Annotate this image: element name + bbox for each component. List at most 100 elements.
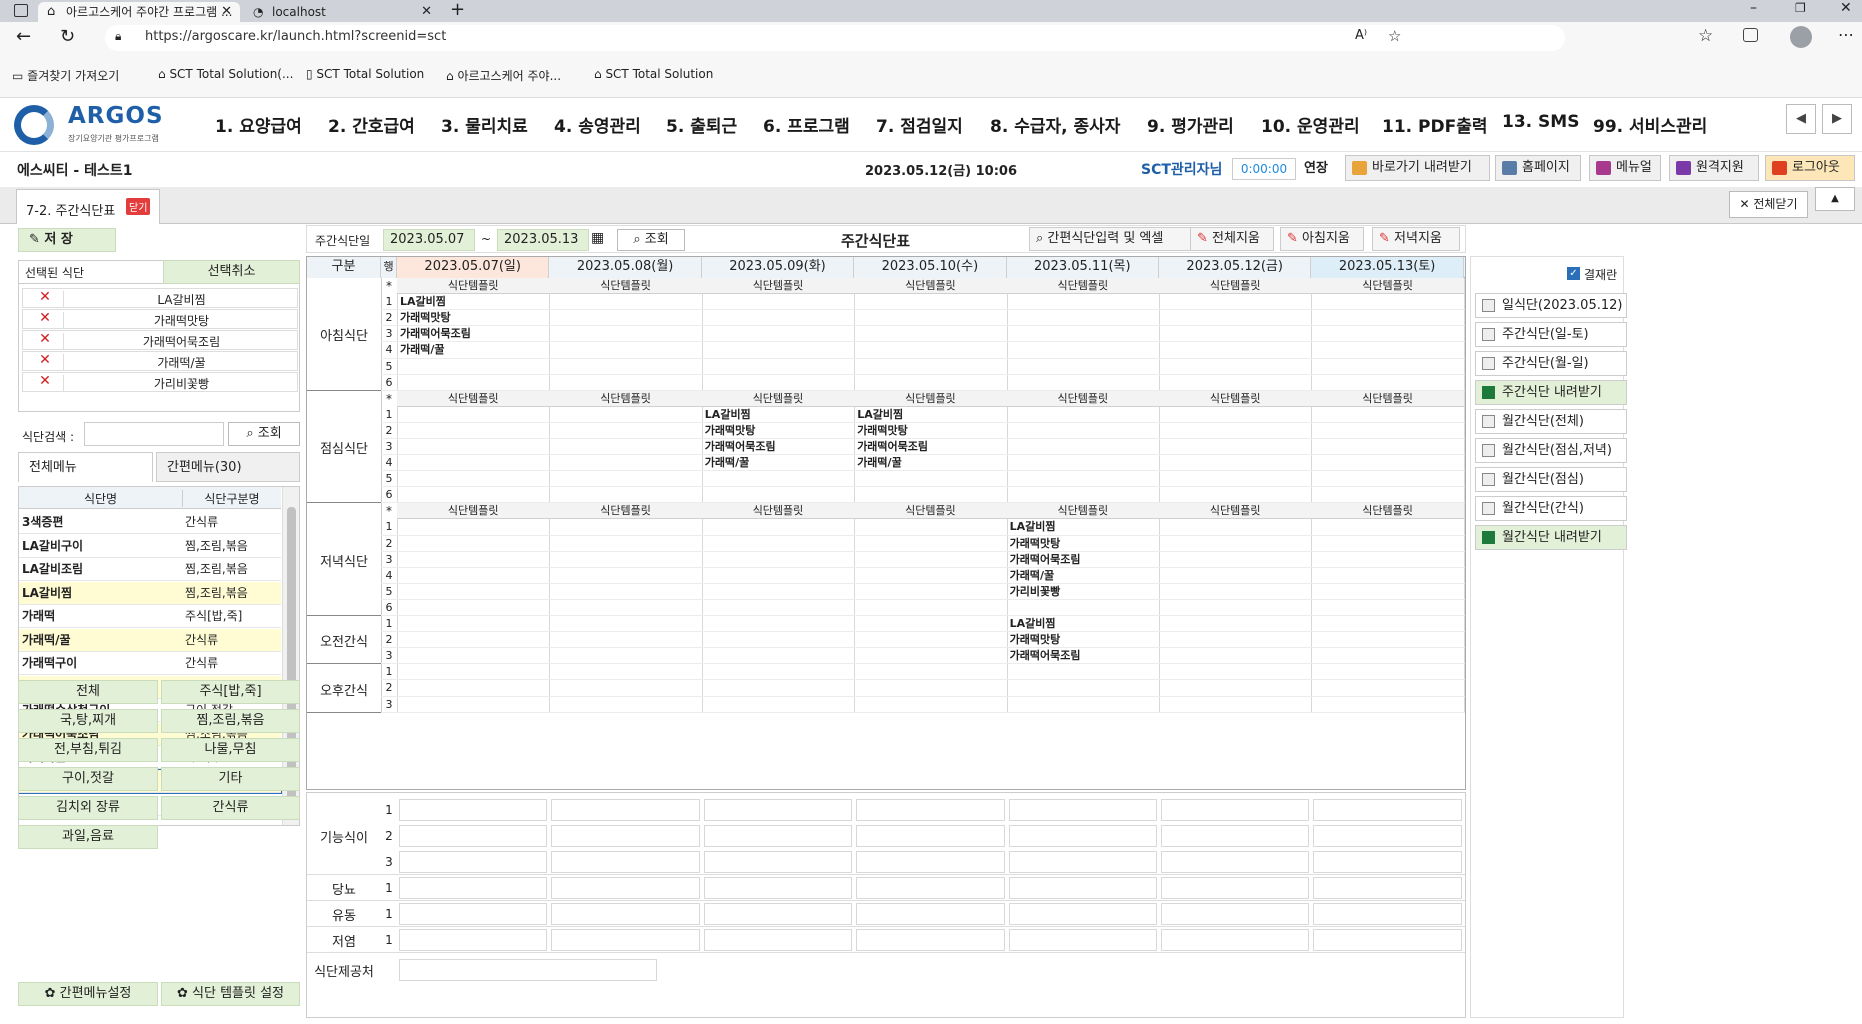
menu-cell[interactable]: 가래떡/꿀 [400,341,445,359]
diet-input[interactable] [399,877,548,899]
menu-item[interactable]: 10. 운영관리 [1261,112,1360,137]
remove-item-icon[interactable]: ✕ [33,373,57,389]
menu-template-settings-button[interactable]: ✿ 식단 템플릿 설정 [161,982,300,1006]
tab-quick-menu[interactable]: 간편메뉴(30) [156,452,300,482]
menu-item[interactable]: 9. 평가관리 [1147,112,1234,137]
template-button[interactable]: 식단템플릿 [854,502,1006,520]
close-tab-icon[interactable]: ✕ [221,2,232,22]
category-button[interactable]: 국,탕,찌개 [18,709,158,733]
diet-input[interactable] [1161,877,1310,899]
print-report-button[interactable]: 주간식단(월-일) [1475,351,1627,376]
diet-input[interactable] [1313,929,1462,951]
diet-input[interactable] [399,825,548,847]
deselect-button[interactable]: 선택취소 [163,260,300,284]
diet-input[interactable] [703,929,853,951]
tab-all-menu[interactable]: 전체메뉴 [18,452,153,482]
table-row[interactable]: LA갈비구이 찜,조림,볶음 [19,535,281,558]
search-button[interactable]: ⌕ 조회 [617,229,685,251]
logout-button[interactable]: 로그아웃 [1765,155,1855,181]
template-button[interactable]: 식단템플릿 [1159,502,1311,520]
template-button[interactable]: 식단템플릿 [1159,277,1311,295]
template-button[interactable]: 식단템플릿 [854,277,1006,295]
diet-input[interactable] [1008,799,1157,821]
category-button[interactable]: 과일,음료 [18,825,158,849]
collapse-up-button[interactable]: ▲ [1815,187,1855,211]
page-tab-weekly-menu[interactable]: 7-2. 주간식단표 닫기 [16,189,160,224]
menu-item[interactable]: 2. 간호급여 [328,112,415,137]
template-button[interactable]: 식단템플릿 [1311,502,1463,520]
table-row[interactable]: 가래떡 주식[밥,죽] [19,605,281,628]
diet-input[interactable] [856,903,1005,925]
shortcut-download-button[interactable]: 바로가기 내려받기 [1345,155,1490,181]
save-button[interactable]: ✎ 저 장 [18,228,116,252]
fav-import[interactable]: ▭ 즐겨찾기 가져오기 [12,67,119,84]
menu-item[interactable]: 6. 프로그램 [763,112,850,137]
diet-input[interactable] [1313,799,1462,821]
print-report-button[interactable]: 주간식단(일-토) [1475,322,1627,347]
diet-input[interactable] [856,799,1005,821]
menu-item[interactable]: 1. 요양급여 [215,112,302,137]
clear-all-button[interactable]: ✎ 전체지움 [1190,227,1274,251]
diet-input[interactable] [703,877,853,899]
fav-item[interactable]: ▯ SCT Total Solution [306,67,424,81]
diet-input[interactable] [1161,929,1310,951]
fav-item[interactable]: ⌂ SCT Total Solution(... [158,67,293,81]
restore-icon[interactable]: ❐ [1795,1,1806,15]
minimize-icon[interactable]: – [1750,0,1757,16]
table-row[interactable]: LA갈비조림 찜,조림,볶음 [19,558,281,581]
diet-input[interactable] [703,903,853,925]
menu-item[interactable]: 8. 수급자, 종사자 [990,112,1120,137]
table-row[interactable]: LA갈비찜 찜,조림,볶음 [19,581,281,605]
diet-input[interactable] [551,851,700,873]
diet-input[interactable] [1313,825,1462,847]
favorite-star-icon[interactable]: ☆ [1388,27,1401,45]
template-button[interactable]: 식단템플릿 [1159,390,1311,408]
fav-item[interactable]: ⌂ SCT Total Solution [594,67,713,81]
menu-cell[interactable]: 가래떡/꿀 [857,454,902,472]
print-report-button[interactable]: 월간식단(간식) [1475,496,1627,521]
table-row[interactable]: 가래떡구이 간식류 [19,652,281,675]
remote-support-button[interactable]: 원격지원 [1669,155,1759,181]
tab-actions-icon[interactable] [14,4,28,17]
category-button[interactable]: 김치외 장류 [18,796,158,820]
manual-button[interactable]: 메뉴얼 [1589,155,1661,181]
diet-input[interactable] [856,851,1005,873]
clear-dinner-button[interactable]: ✎ 저녁지움 [1372,227,1460,251]
template-button[interactable]: 식단템플릿 [1007,277,1159,295]
refresh-icon[interactable]: ↻ [60,26,75,47]
close-window-icon[interactable]: ✕ [1840,0,1852,16]
print-report-button[interactable]: 월간식단(점심) [1475,467,1627,492]
diet-input[interactable] [856,929,1005,951]
diet-input[interactable] [551,903,700,925]
favorites-icon[interactable]: ☆ [1698,26,1713,46]
print-report-button[interactable]: 월간식단(전체) [1475,409,1627,434]
read-aloud-icon[interactable]: A⁾ [1355,28,1367,43]
menu-cell[interactable]: 가리비꽃빵 [1010,583,1061,601]
diet-input[interactable] [399,903,548,925]
remove-item-icon[interactable]: ✕ [33,289,57,305]
fav-item[interactable]: ⌂ 아르고스케어 주야... [446,67,561,84]
diet-input[interactable] [703,825,853,847]
date-from-field[interactable]: 2023.05.07 [383,229,475,251]
page-tab-close-button[interactable]: 닫기 [126,198,151,215]
remove-item-icon[interactable]: ✕ [33,310,57,326]
template-button[interactable]: 식단템플릿 [702,277,854,295]
extend-button[interactable]: 연장 [1298,158,1334,180]
logo[interactable]: ARGOS 장기요양기관 평가프로그램 [14,103,174,147]
remove-item-icon[interactable]: ✕ [33,352,57,368]
diet-input[interactable] [703,799,853,821]
template-button[interactable]: 식단템플릿 [397,502,549,520]
category-button[interactable]: 기타 [161,767,300,791]
clear-breakfast-button[interactable]: ✎ 아침지움 [1280,227,1364,251]
template-button[interactable]: 식단템플릿 [1311,277,1463,295]
diet-input[interactable] [1008,851,1157,873]
collections-icon[interactable] [1743,28,1758,42]
category-button[interactable]: 구이,젓갈 [18,767,158,791]
url-field[interactable]: 🔒︎ https://argoscare.kr/launch.html?scre… [105,25,1565,51]
diet-input[interactable] [1313,903,1462,925]
profile-avatar[interactable] [1790,26,1812,48]
table-row[interactable]: 가래떡/꿀 간식류 [19,628,281,652]
template-button[interactable]: 식단템플릿 [397,390,549,408]
category-button[interactable]: 간식류 [161,796,300,820]
diet-input[interactable] [399,851,548,873]
